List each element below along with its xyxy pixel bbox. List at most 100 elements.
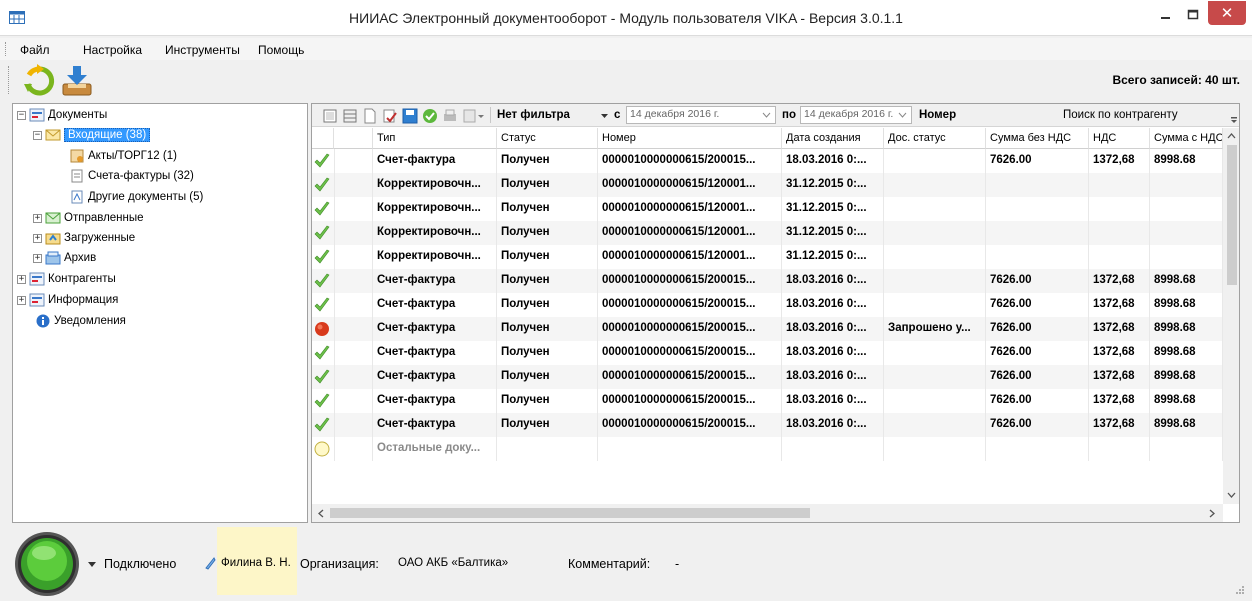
table-row[interactable]: Счет-фактура Получен 0000010000000615/2000… bbox=[312, 317, 1223, 341]
tree-item-contractors[interactable]: + Контрагенты bbox=[17, 270, 116, 288]
export-icon[interactable] bbox=[462, 108, 478, 124]
tree-item-incoming[interactable]: − Входящие (38) bbox=[33, 126, 151, 144]
cell-doc-status bbox=[884, 389, 986, 413]
columns-icon[interactable] bbox=[322, 108, 338, 124]
filter-dropdown-icon[interactable] bbox=[601, 112, 609, 120]
document-icon[interactable] bbox=[362, 108, 378, 124]
tree-label: Отправленные bbox=[64, 212, 144, 224]
grid-view-icon[interactable] bbox=[342, 108, 358, 124]
expand-icon[interactable]: + bbox=[17, 274, 26, 284]
table-row[interactable]: Счет-фактура Получен 0000010000000615/2000… bbox=[312, 293, 1223, 317]
table-row[interactable]: Корректировочн... Получен 0000010000000615… bbox=[312, 197, 1223, 221]
expand-icon[interactable]: + bbox=[33, 233, 42, 243]
column-header-sum[interactable]: Сумма без НДС bbox=[986, 128, 1089, 149]
cell-sum bbox=[986, 197, 1089, 221]
number-search-label[interactable]: Номер bbox=[919, 109, 956, 121]
cell-doc-status bbox=[884, 221, 986, 245]
table-row[interactable]: Счет-фактура Получен 0000010000000615/2000… bbox=[312, 341, 1223, 365]
approve-icon[interactable] bbox=[422, 108, 438, 124]
expand-icon[interactable]: + bbox=[33, 253, 42, 263]
calendar-dropdown-icon[interactable] bbox=[762, 112, 771, 119]
cell-number: 0000010000000615/200015... bbox=[598, 149, 782, 173]
table-row[interactable]: Корректировочн... Получен 0000010000000615… bbox=[312, 173, 1223, 197]
title-bar: НИИАС Электронный документооборот - Моду… bbox=[0, 0, 1252, 36]
overflow-icon[interactable] bbox=[1230, 116, 1238, 124]
acts-icon bbox=[70, 149, 84, 163]
cell-sum bbox=[986, 437, 1089, 461]
table-row[interactable]: Корректировочн... Получен 0000010000000615… bbox=[312, 221, 1223, 245]
menu-tools[interactable]: Инструменты bbox=[165, 43, 240, 57]
vertical-scroll-thumb[interactable] bbox=[1227, 145, 1237, 285]
minimize-button[interactable] bbox=[1153, 0, 1179, 30]
scroll-left-icon[interactable] bbox=[317, 509, 324, 518]
connection-dropdown-icon[interactable] bbox=[88, 562, 96, 568]
tree-item-sent[interactable]: + Отправленные bbox=[33, 209, 144, 227]
chevron-down-icon[interactable] bbox=[477, 108, 485, 124]
download-icon[interactable] bbox=[60, 64, 94, 98]
column-header-type[interactable]: Тип bbox=[373, 128, 497, 149]
tree-item-notifications[interactable]: Уведомления bbox=[35, 312, 126, 330]
table-row[interactable]: Счет-фактура Получен 0000010000000615/2000… bbox=[312, 413, 1223, 437]
scroll-right-icon[interactable] bbox=[1209, 509, 1216, 518]
filter-select[interactable]: Нет фильтра bbox=[497, 109, 581, 121]
cell-type: Счет-фактура bbox=[373, 365, 497, 389]
cell-date: 18.03.2016 0:... bbox=[782, 341, 884, 365]
expand-icon[interactable]: + bbox=[33, 213, 42, 223]
table-row[interactable]: Счет-фактура Получен 0000010000000615/2000… bbox=[312, 389, 1223, 413]
table-row[interactable]: Остальные доку... bbox=[312, 437, 1223, 461]
tree-label: Архив bbox=[64, 252, 97, 264]
contractor-search-label[interactable]: Поиск по контрагенту bbox=[1063, 109, 1178, 121]
collapse-icon[interactable]: − bbox=[33, 130, 42, 140]
table-row[interactable]: Счет-фактура Получен 0000010000000615/2000… bbox=[312, 365, 1223, 389]
cell-date: 18.03.2016 0:... bbox=[782, 269, 884, 293]
cell-type: Корректировочн... bbox=[373, 221, 497, 245]
tree-item-invoices[interactable]: Счета-фактуры (32) bbox=[69, 167, 194, 185]
horizontal-scroll-thumb[interactable] bbox=[330, 508, 810, 518]
table-row[interactable]: Счет-фактура Получен 0000010000000615/2000… bbox=[312, 269, 1223, 293]
tree-item-acts[interactable]: Акты/ТОРГ12 (1) bbox=[69, 147, 177, 165]
menu-file[interactable]: Файл bbox=[20, 43, 50, 57]
column-header-status[interactable]: Статус bbox=[497, 128, 598, 149]
tree-item-documents[interactable]: − Документы bbox=[17, 106, 107, 124]
save-icon[interactable] bbox=[402, 108, 418, 124]
horizontal-scrollbar[interactable] bbox=[312, 504, 1223, 522]
cell-doc-status bbox=[884, 149, 986, 173]
scroll-down-icon[interactable] bbox=[1227, 492, 1236, 499]
maximize-button[interactable] bbox=[1180, 0, 1206, 30]
tree-item-information[interactable]: + Информация bbox=[17, 291, 118, 309]
print-icon[interactable] bbox=[442, 108, 458, 124]
date-from-input[interactable]: 14 декабря 2016 г. bbox=[626, 106, 776, 124]
flag-cell bbox=[334, 437, 373, 461]
menu-settings[interactable]: Настройка bbox=[83, 43, 142, 57]
tree-item-other-docs[interactable]: Другие документы (5) bbox=[69, 188, 203, 206]
expand-icon[interactable]: + bbox=[17, 295, 26, 305]
comment-label: Комментарий: bbox=[568, 557, 651, 571]
signature-pen-icon bbox=[205, 557, 216, 570]
cell-type: Счет-фактура bbox=[373, 149, 497, 173]
cell-total: 8998.68 bbox=[1150, 341, 1223, 365]
close-button[interactable]: ✕ bbox=[1208, 1, 1246, 25]
column-header-total[interactable]: Сумма с НДС bbox=[1150, 128, 1223, 149]
table-row[interactable]: Корректировочн... Получен 0000010000000615… bbox=[312, 245, 1223, 269]
date-to-input[interactable]: 14 декабря 2016 г. bbox=[800, 106, 912, 124]
cell-total: 8998.68 bbox=[1150, 293, 1223, 317]
refresh-icon[interactable] bbox=[22, 64, 56, 98]
tree-item-archive[interactable]: + Архив bbox=[33, 249, 96, 267]
menu-help[interactable]: Помощь bbox=[258, 43, 304, 57]
vertical-scrollbar[interactable] bbox=[1223, 128, 1239, 504]
connection-status-icon[interactable] bbox=[14, 531, 80, 597]
resize-grip-icon[interactable] bbox=[1235, 585, 1245, 595]
collapse-icon[interactable]: − bbox=[17, 110, 26, 120]
cell-vat bbox=[1089, 197, 1150, 221]
column-header-date[interactable]: Дата создания bbox=[782, 128, 884, 149]
date-from-label: с bbox=[614, 109, 621, 121]
column-header-doc-status[interactable]: Дос. статус bbox=[884, 128, 986, 149]
column-header-number[interactable]: Номер bbox=[598, 128, 782, 149]
sign-icon[interactable] bbox=[382, 108, 398, 124]
tree-item-loaded[interactable]: + Загруженные bbox=[33, 229, 135, 247]
table-row[interactable]: Счет-фактура Получен 0000010000000615/2000… bbox=[312, 149, 1223, 173]
column-header-vat[interactable]: НДС bbox=[1089, 128, 1150, 149]
scroll-up-icon[interactable] bbox=[1227, 132, 1236, 139]
calendar-dropdown-icon[interactable] bbox=[898, 112, 907, 119]
cell-status: Получен bbox=[497, 269, 598, 293]
